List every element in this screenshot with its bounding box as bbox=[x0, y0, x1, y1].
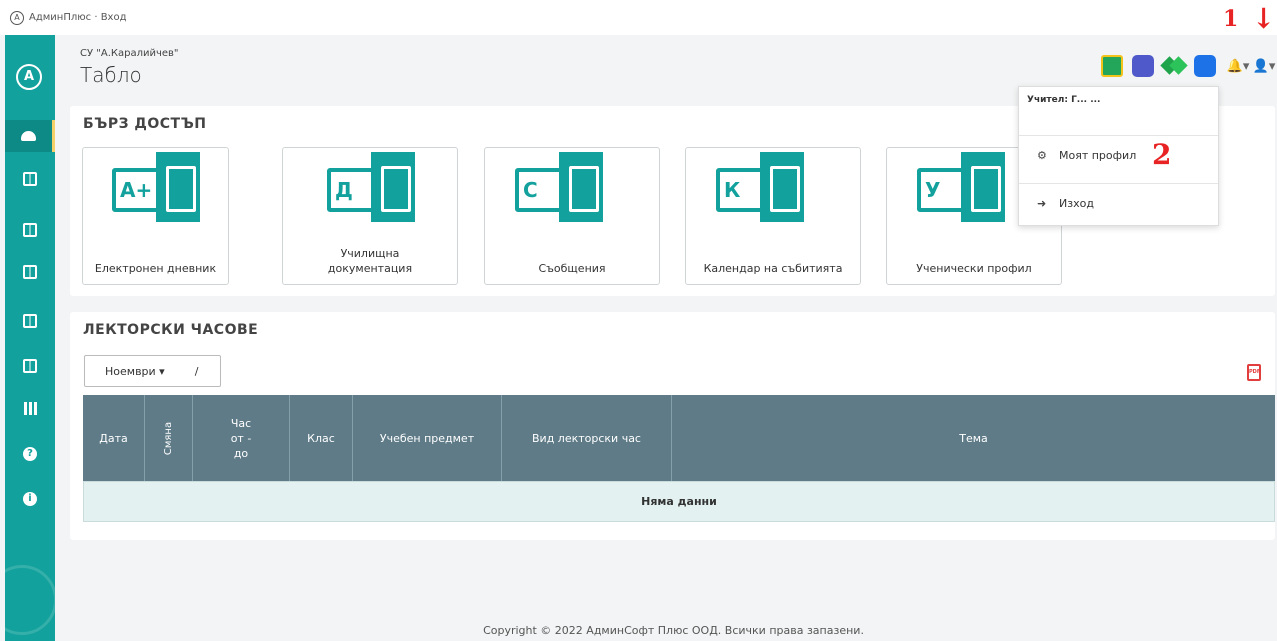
col-topic: Тема bbox=[959, 431, 988, 445]
month-select[interactable]: Ноември ▾ / bbox=[84, 355, 221, 387]
tile-electronic-journal[interactable]: A+ Електронен дневник bbox=[82, 147, 229, 285]
journal-tile-icon: A+ bbox=[112, 152, 200, 227]
year-separator: / bbox=[194, 364, 199, 378]
sidebar-item-documents[interactable] bbox=[5, 214, 55, 246]
no-data-row: Няма данни bbox=[83, 481, 1275, 522]
annotation-arrow-icon: ↓ bbox=[1252, 2, 1276, 35]
lecture-hours-table: Дата Смяна Час от - до Клас Учебен предм… bbox=[83, 395, 1275, 522]
messages-tile-icon: С bbox=[515, 152, 603, 227]
sidebar-item-dashboard[interactable] bbox=[5, 120, 55, 152]
col-date: Дата bbox=[83, 395, 145, 481]
sidebar-item-help[interactable]: ? bbox=[5, 438, 55, 470]
col-class: Клас bbox=[290, 395, 353, 481]
quick-access-title: БЪРЗ ДОСТЪП bbox=[83, 116, 207, 132]
tile-label: Електронен дневник bbox=[94, 262, 217, 275]
tile-messages[interactable]: С Съобщения bbox=[484, 147, 660, 285]
page-title: Табло bbox=[80, 63, 142, 87]
lecture-hours-card: ЛЕКТОРСКИ ЧАСОВЕ Ноември ▾ / PDF Дата См… bbox=[70, 312, 1275, 540]
sidebar: A ? i bbox=[5, 35, 55, 641]
tile-label: Съобщения bbox=[538, 262, 606, 275]
sidebar-item-info[interactable]: i bbox=[5, 483, 55, 515]
sidebar-item-grid[interactable] bbox=[5, 392, 55, 424]
user-menu-header: Учител: Г... ... bbox=[1027, 95, 1101, 105]
tile-label: Календар на събитията bbox=[703, 262, 843, 275]
google-classroom-icon[interactable] bbox=[1101, 55, 1123, 77]
grid-icon bbox=[23, 401, 37, 415]
browser-tab-title: АдминПлюс · Вход bbox=[29, 12, 127, 23]
help-icon: ? bbox=[23, 447, 37, 461]
sidebar-item-profile[interactable] bbox=[5, 350, 55, 382]
calendar-icon bbox=[23, 314, 37, 328]
tile-label: Ученически профил bbox=[916, 262, 1032, 275]
logout-icon: ➜ bbox=[1037, 197, 1047, 210]
logout-label: Изход bbox=[1059, 197, 1094, 210]
school-name: СУ "А.Каралийчев" bbox=[80, 48, 179, 59]
table-header: Дата Смяна Час от - до Клас Учебен предм… bbox=[83, 395, 1275, 481]
footer-copyright: Copyright © 2022 АдминСофт Плюс ООД. Вси… bbox=[483, 624, 864, 637]
my-profile-menu-item[interactable]: ⚙ Моят профил bbox=[1019, 135, 1218, 175]
gear-icon: ⚙ bbox=[1037, 149, 1047, 162]
browser-tab: A АдминПлюс · Вход bbox=[0, 0, 1277, 35]
info-icon: i bbox=[23, 492, 37, 506]
profile-icon bbox=[23, 359, 37, 373]
sidebar-item-journal[interactable] bbox=[5, 163, 55, 195]
col-hour: Час от - до bbox=[193, 395, 290, 481]
calendar-tile-icon: К bbox=[716, 152, 804, 227]
sidebar-logo[interactable]: A bbox=[16, 64, 42, 90]
col-subject: Учебен предмет bbox=[353, 395, 502, 481]
toolbar: 🔔▾ 👤▾ bbox=[1101, 53, 1277, 79]
watermark-logo-icon bbox=[5, 565, 55, 635]
col-lecture-type: Вид лекторски час bbox=[502, 395, 672, 481]
month-value: Ноември ▾ bbox=[105, 364, 165, 378]
journal-icon bbox=[23, 172, 37, 186]
anydesk-icon[interactable] bbox=[1163, 55, 1185, 77]
annotation-number-1: 1 bbox=[1223, 6, 1239, 32]
my-profile-label: Моят профил bbox=[1059, 149, 1137, 162]
teamviewer-icon[interactable] bbox=[1194, 55, 1216, 77]
documents-icon bbox=[23, 223, 37, 237]
ms-teams-icon[interactable] bbox=[1132, 55, 1154, 77]
annotation-number-2: 2 bbox=[1152, 138, 1172, 171]
sidebar-item-calendar[interactable] bbox=[5, 305, 55, 337]
tile-label: Училищна документация bbox=[327, 247, 413, 275]
tile-calendar[interactable]: К Календар на събитията bbox=[685, 147, 861, 285]
notifications-bell-icon[interactable]: 🔔▾ bbox=[1225, 59, 1251, 74]
user-dropdown-menu: Учител: Г... ... ⚙ Моят профил ➜ Изход bbox=[1018, 86, 1219, 226]
lecture-hours-title: ЛЕКТОРСКИ ЧАСОВЕ bbox=[83, 322, 259, 338]
user-menu-icon[interactable]: 👤▾ bbox=[1251, 59, 1277, 74]
student-profile-tile-icon: У bbox=[917, 152, 1005, 227]
messages-icon bbox=[23, 265, 37, 279]
tile-school-documents[interactable]: Д Училищна документация bbox=[282, 147, 458, 285]
sidebar-item-messages[interactable] bbox=[5, 256, 55, 288]
dashboard-icon bbox=[21, 131, 36, 141]
pdf-export-icon[interactable]: PDF bbox=[1247, 364, 1261, 381]
col-shift: Смяна bbox=[145, 395, 193, 481]
admin-plus-logo: A bbox=[10, 10, 24, 25]
documents-tile-icon: Д bbox=[327, 152, 415, 227]
logout-menu-item[interactable]: ➜ Изход bbox=[1019, 183, 1218, 223]
